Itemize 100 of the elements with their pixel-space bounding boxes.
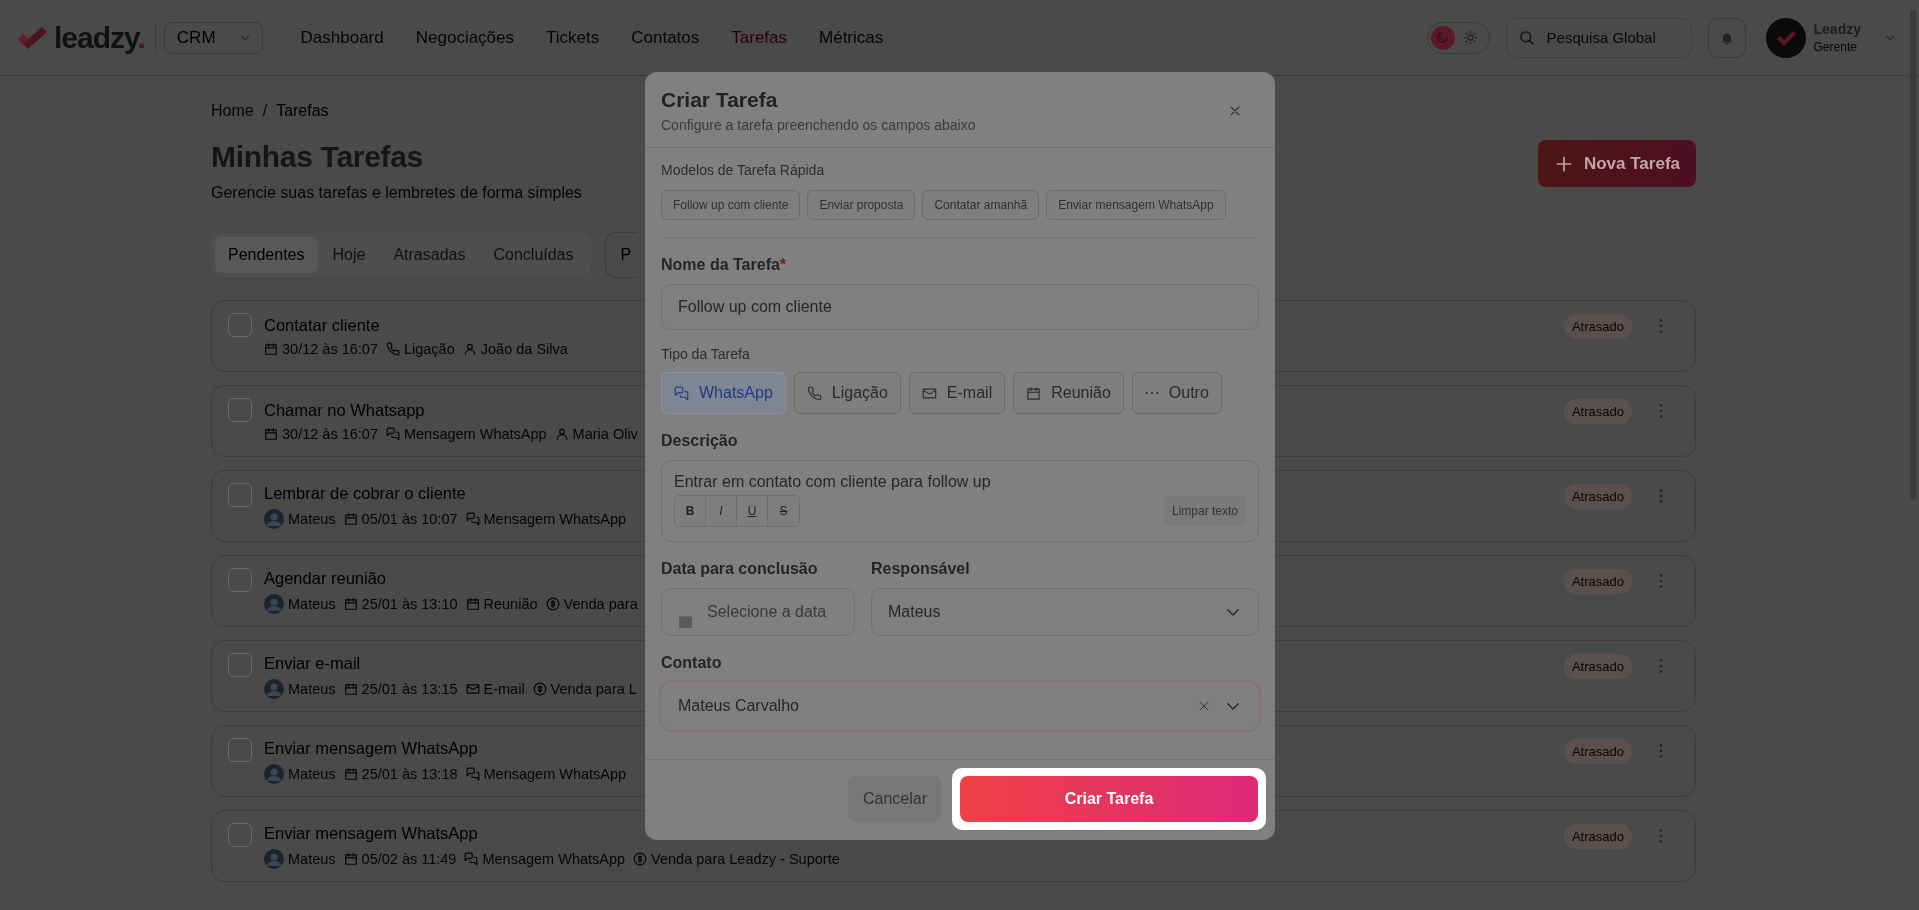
cancel-button[interactable]: Cancelar	[847, 776, 942, 822]
module-select[interactable]: CRM	[163, 21, 263, 54]
more-icon[interactable]	[1658, 658, 1664, 674]
chat-icon	[464, 851, 479, 866]
page-subtitle: Gerencie suas tarefas e lembretes de forma simples	[211, 184, 582, 202]
field-label: Nome da Tarefa	[661, 256, 780, 273]
checkbox[interactable]	[228, 398, 252, 422]
task-title: Lembrar de cobrar o cliente	[264, 483, 466, 503]
checkbox[interactable]	[228, 823, 252, 847]
checkbox[interactable]	[228, 653, 252, 677]
field-label: Contato	[661, 654, 723, 672]
template-chip[interactable]: Enviar proposta	[807, 190, 916, 220]
user-role: Gerente	[1813, 40, 1858, 54]
phone-icon	[806, 385, 822, 401]
filter-button[interactable]: P	[604, 232, 637, 278]
task-title: Agendar reunião	[264, 568, 386, 588]
dark-mode-option[interactable]	[1430, 25, 1455, 50]
task-meta: Mensagem WhatsApp	[482, 850, 626, 867]
task-type-option[interactable]: E-mail	[908, 372, 1006, 414]
task-meta: Venda para L	[550, 680, 637, 697]
more-icon[interactable]	[1658, 318, 1664, 334]
status-badge: Atrasado	[1563, 483, 1632, 509]
search-field[interactable]: Pesquisa Global	[1505, 17, 1692, 58]
notification-button[interactable]	[1707, 17, 1746, 58]
nav-link[interactable]: Dashboard	[284, 1, 400, 76]
task-meta: Mensagem WhatsApp	[483, 510, 627, 527]
date-field[interactable]: Selecione a data	[661, 588, 855, 636]
status-badge: Atrasado	[1563, 398, 1632, 424]
avatar-icon[interactable]	[1765, 17, 1806, 58]
dollar-icon	[545, 596, 560, 611]
chat-icon	[465, 766, 480, 781]
more-icon[interactable]	[1658, 488, 1664, 504]
tab[interactable]: Concluídas	[480, 237, 587, 273]
description-editor[interactable]: Entrar em contato com cliente para follow up B I U S Limpar texto	[661, 460, 1259, 542]
nav-link[interactable]: Contatos	[615, 1, 716, 76]
breadcrumb-separator: /	[262, 102, 268, 120]
more-icon[interactable]	[1658, 403, 1664, 419]
breadcrumb-link[interactable]: Home	[211, 102, 254, 120]
checkbox[interactable]	[228, 313, 252, 337]
more-icon[interactable]	[1658, 743, 1664, 759]
task-meta: Mateus	[288, 850, 336, 867]
avatar-icon	[264, 848, 284, 869]
field-label: Responsável	[871, 560, 971, 578]
dialog-title: Criar Tarefa	[661, 88, 779, 112]
task-meta: Ligação	[403, 340, 455, 357]
create-task-button[interactable]: Criar Tarefa	[960, 776, 1258, 822]
avatar-icon	[264, 508, 284, 529]
task-type-option[interactable]: WhatsApp	[661, 372, 786, 414]
search-icon	[1517, 28, 1535, 46]
dollar-icon	[633, 851, 648, 866]
checkbox[interactable]	[228, 483, 252, 507]
template-chip[interactable]: Follow up com cliente	[661, 190, 801, 220]
field-label: Data para conclusão	[661, 560, 819, 578]
task-meta: Reunião	[483, 595, 538, 612]
task-type-option[interactable]: Ligação	[793, 372, 901, 414]
user-icon	[462, 341, 477, 356]
tab[interactable]: Atrasadas	[380, 237, 479, 273]
nav-link[interactable]: Tickets	[530, 1, 616, 76]
more-icon[interactable]	[1658, 828, 1664, 844]
user-icon	[554, 426, 569, 441]
clear-text-button[interactable]: Limpar texto	[1163, 496, 1246, 526]
new-task-button[interactable]: Nova Tarefa	[1537, 140, 1696, 187]
checkbox[interactable]	[228, 568, 252, 592]
field-label: Tipo da Tarefa	[661, 346, 751, 362]
task-meta: 30/12 às 16:07	[282, 425, 378, 442]
nav-link[interactable]: Negociações	[399, 1, 530, 76]
tab[interactable]: Pendentes	[215, 237, 318, 273]
task-meta: Mateus	[288, 680, 336, 697]
nav-link[interactable]: Métricas	[803, 1, 900, 76]
task-meta: Mateus	[288, 765, 336, 782]
task-meta: Mateus	[288, 510, 336, 527]
checkbox[interactable]	[228, 738, 252, 762]
owner-select[interactable]: Mateus	[871, 588, 1259, 636]
input-field[interactable]: Follow up com cliente	[661, 284, 1259, 330]
dollar-icon	[532, 681, 547, 696]
avatar-icon	[264, 593, 284, 614]
tab[interactable]: Hoje	[319, 237, 379, 273]
task-meta: Mateus	[288, 595, 336, 612]
mail-icon	[921, 385, 937, 401]
format-button[interactable]: B	[675, 496, 706, 526]
task-title: Enviar e-mail	[264, 653, 361, 673]
field-label: Modelos de Tarefa Rápida	[661, 162, 826, 178]
logo-text: leadzy.	[54, 21, 145, 54]
task-title: Chamar no Whatsapp	[264, 400, 425, 420]
contact-select[interactable]: Mateus Carvalho	[661, 682, 1259, 730]
dialog-subtitle: Configure a tarefa preenchendo os campos abaixo	[661, 117, 976, 133]
template-chip[interactable]: Enviar mensagem WhatsApp	[1046, 190, 1226, 220]
task-title: Enviar mensagem WhatsApp	[264, 738, 478, 758]
task-type-option[interactable]: Outro	[1131, 372, 1222, 414]
sun-icon	[1463, 30, 1479, 45]
mail-icon	[465, 681, 480, 696]
task-meta: Venda para	[563, 595, 638, 612]
task-meta: 30/12 às 16:07	[282, 340, 378, 357]
task-meta: Mensagem WhatsApp	[483, 765, 627, 782]
task-type-option[interactable]: Reunião	[1013, 372, 1124, 414]
avatar-icon	[264, 763, 284, 784]
template-chip[interactable]: Contatar amanhã	[922, 190, 1040, 220]
more-icon[interactable]	[1658, 573, 1664, 589]
status-badge: Atrasado	[1563, 823, 1632, 849]
task-meta: Maria Oliv	[572, 425, 638, 442]
